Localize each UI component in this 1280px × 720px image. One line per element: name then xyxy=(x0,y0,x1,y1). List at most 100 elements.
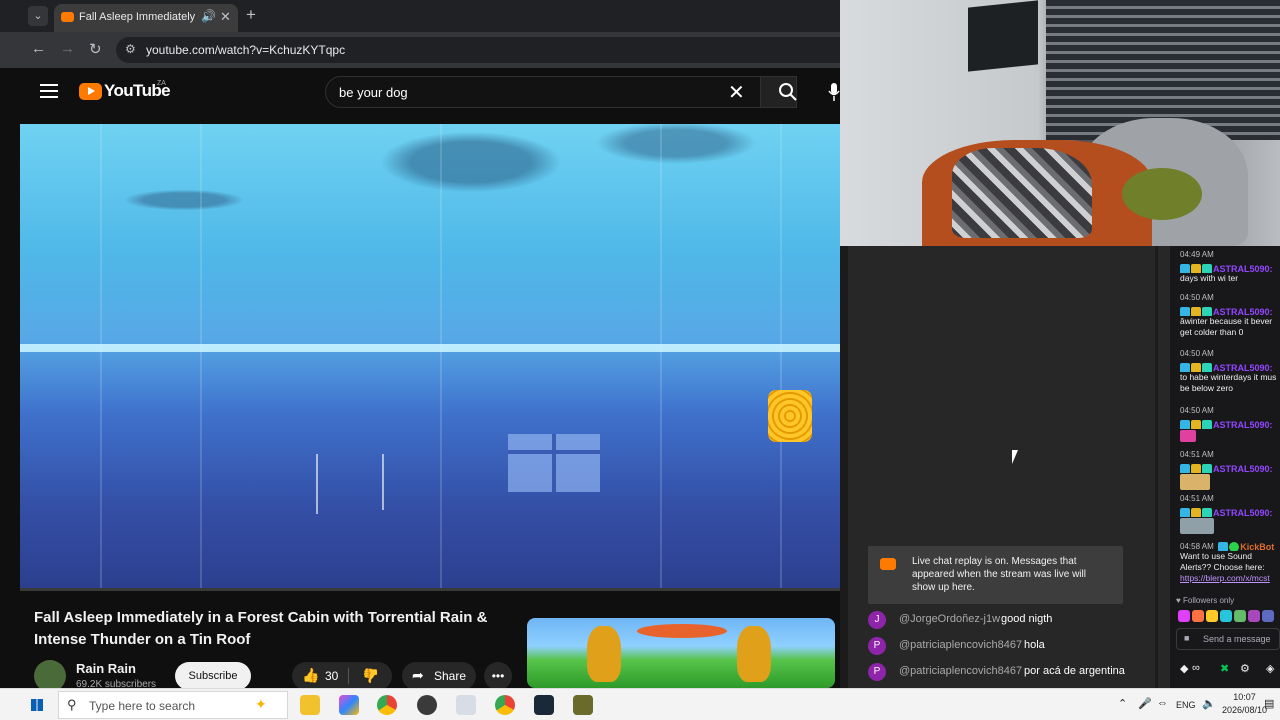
tab-search-button[interactable]: ⌄ xyxy=(28,6,48,26)
dislike-icon[interactable]: 👍 xyxy=(362,667,379,684)
chat-link[interactable]: https://blerp.com/x/mcst xyxy=(1180,573,1270,583)
search-button[interactable] xyxy=(761,76,797,108)
chat-settings-icon[interactable]: ■ xyxy=(1184,633,1189,643)
address-bar[interactable]: ⚙ youtube.com/watch?v=KchuzKYTqpc xyxy=(116,37,840,63)
author-avatar[interactable]: J xyxy=(868,611,886,629)
steam-icon[interactable] xyxy=(534,695,554,715)
message-time: 04:51 AM xyxy=(1180,494,1214,503)
chat-toolbar: ◆ ∞ ✖ ⚙ ◈ xyxy=(1176,660,1280,680)
forward-icon[interactable]: → xyxy=(60,40,75,57)
search-input[interactable]: be your dog ✕ xyxy=(325,76,761,108)
windows-start-icon[interactable] xyxy=(31,699,43,711)
chrome-icon[interactable] xyxy=(377,695,397,715)
chat-username[interactable]: ASTRAL5090: xyxy=(1213,464,1273,473)
subscriber-count: 69.2K subscribers xyxy=(76,679,157,688)
system-clock[interactable]: 10:07 2026/08/10 xyxy=(1222,691,1267,717)
notifications-icon[interactable]: ▤ xyxy=(1264,697,1274,710)
like-count[interactable]: 30 xyxy=(325,669,338,683)
file-explorer-icon[interactable] xyxy=(300,695,320,715)
clear-search-icon[interactable]: ✕ xyxy=(728,80,745,105)
chat-username[interactable]: ASTRAL5090: xyxy=(1213,307,1273,316)
infinity-icon[interactable]: ∞ xyxy=(1192,662,1200,674)
gift-icon[interactable]: ◈ xyxy=(1266,662,1274,675)
author-avatar[interactable]: P xyxy=(868,637,886,655)
chrome-profile-icon[interactable] xyxy=(495,695,515,715)
video-title: Fall Asleep Immediately in a Forest Cabi… xyxy=(34,609,488,648)
snipping-tool-icon[interactable] xyxy=(456,695,476,715)
honeycomb-icon xyxy=(768,390,812,442)
speaker-icon[interactable]: 🔊 xyxy=(201,9,216,23)
emote-bar[interactable] xyxy=(1178,609,1280,623)
menu-icon[interactable] xyxy=(40,84,58,98)
volume-icon[interactable]: 🔈 xyxy=(1202,697,1216,710)
like-icon[interactable]: 👍 xyxy=(302,667,319,684)
tab-title: Fall Asleep Immediately in a xyxy=(79,11,199,23)
search-query[interactable]: be your dog xyxy=(339,85,408,100)
show-hidden-icons[interactable]: ⌃ xyxy=(1118,697,1127,710)
microphone-icon[interactable]: 🎤 xyxy=(1138,697,1152,710)
chat-emote xyxy=(1180,518,1214,534)
message-author[interactable]: @patriciaplencovich8467 xyxy=(899,665,1022,677)
youtube-favicon-icon xyxy=(61,12,74,22)
taskbar-search-placeholder: Type here to search xyxy=(89,699,196,713)
tab-youtube[interactable]: Fall Asleep Immediately in a 🔊 ✕ xyxy=(54,4,238,32)
youtube-logo-icon[interactable] xyxy=(79,83,102,100)
chat-username[interactable]: ASTRAL5090: xyxy=(1213,420,1273,429)
reload-icon[interactable]: ↻ xyxy=(89,40,102,58)
author-avatar[interactable]: P xyxy=(868,663,886,681)
message-author[interactable]: @JorgeOrdoñez-j1w xyxy=(899,613,1000,625)
video-foliage xyxy=(20,124,840,314)
language-indicator[interactable]: ENG xyxy=(1176,700,1196,710)
taskbar-search-input[interactable]: ⚲ Type here to search ✦ xyxy=(58,691,288,719)
copilot-icon[interactable] xyxy=(339,695,359,715)
channel-name[interactable]: Rain Rain xyxy=(76,661,136,676)
thumbnail-banner xyxy=(637,624,727,638)
more-actions-button[interactable]: ••• xyxy=(484,662,512,688)
video-player[interactable] xyxy=(20,124,840,590)
game-icon[interactable] xyxy=(573,695,593,715)
twitch-message: 04:50 AM ASTRAL5090: to habe winterdays … xyxy=(1180,349,1280,394)
region-code: ZA xyxy=(157,80,166,87)
followers-only-label: ♥ Followers only xyxy=(1176,596,1235,605)
send-message-input[interactable]: ■ Send a message xyxy=(1176,628,1280,650)
chat-username[interactable]: ASTRAL5090: xyxy=(1213,264,1273,273)
sparkle-icon: ✦ xyxy=(255,696,267,712)
live-chat-replay-notice: Live chat replay is on. Messages that ap… xyxy=(868,546,1123,604)
twitch-message: 04:49 AM ASTRAL5090: days with wi ter xyxy=(1180,250,1280,284)
like-dislike-group: 👍 30 👍 xyxy=(292,662,392,688)
share-label: Share xyxy=(434,669,467,683)
live-chat-message: J @JorgeOrdoñez-j1w good nigth xyxy=(868,609,1158,629)
site-settings-icon[interactable]: ⚙ xyxy=(125,42,136,56)
bits-icon[interactable]: ◆ xyxy=(1180,662,1188,675)
obs-icon[interactable] xyxy=(417,695,437,715)
recommended-video-thumbnail[interactable] xyxy=(527,618,835,688)
share-button[interactable]: ➦ Share xyxy=(402,662,476,688)
chat-username[interactable]: ASTRAL5090: xyxy=(1213,363,1273,372)
channel-avatar[interactable] xyxy=(34,660,66,688)
chat-emote xyxy=(1180,474,1210,490)
message-author[interactable]: @patriciaplencovich8467 xyxy=(899,639,1022,651)
twitch-message: 04:51 AM ASTRAL5090: xyxy=(1180,450,1280,495)
back-icon[interactable]: ← xyxy=(31,40,46,57)
extension-icon[interactable]: ✖ xyxy=(1220,662,1229,675)
url-text[interactable]: youtube.com/watch?v=KchuzKYTqpc xyxy=(146,43,345,57)
video-roof-edge xyxy=(20,344,840,352)
live-chat-notice-text: Live chat replay is on. Messages that ap… xyxy=(912,556,1086,593)
chat-username[interactable]: KickBot xyxy=(1240,542,1274,551)
new-tab-button[interactable]: + xyxy=(246,5,256,25)
message-text: hola xyxy=(1024,639,1045,651)
chat-username[interactable]: ASTRAL5090: xyxy=(1213,508,1273,517)
chat-text: be below zero xyxy=(1180,383,1233,393)
desktop-screen: ⌄ Fall Asleep Immediately in a 🔊 ✕ + ← →… xyxy=(0,0,1280,720)
chat-text: get colder than 0 xyxy=(1180,327,1244,337)
close-tab-icon[interactable]: ✕ xyxy=(220,9,231,25)
video-progress-bar[interactable] xyxy=(20,588,840,591)
microphone-icon[interactable] xyxy=(828,82,840,102)
clock-date: 2026/08/10 xyxy=(1222,705,1268,715)
plaid-blanket xyxy=(952,148,1092,238)
network-icon[interactable]: ⇔ xyxy=(1157,697,1168,709)
wall-tv xyxy=(968,0,1038,72)
settings-icon[interactable]: ⚙ xyxy=(1240,662,1250,675)
taskbar: ⚲ Type here to search ✦ ⌃ 🎤 ⇔ ENG 🔈 10:0… xyxy=(0,688,1280,720)
subscribe-button[interactable]: Subscribe xyxy=(175,662,251,688)
